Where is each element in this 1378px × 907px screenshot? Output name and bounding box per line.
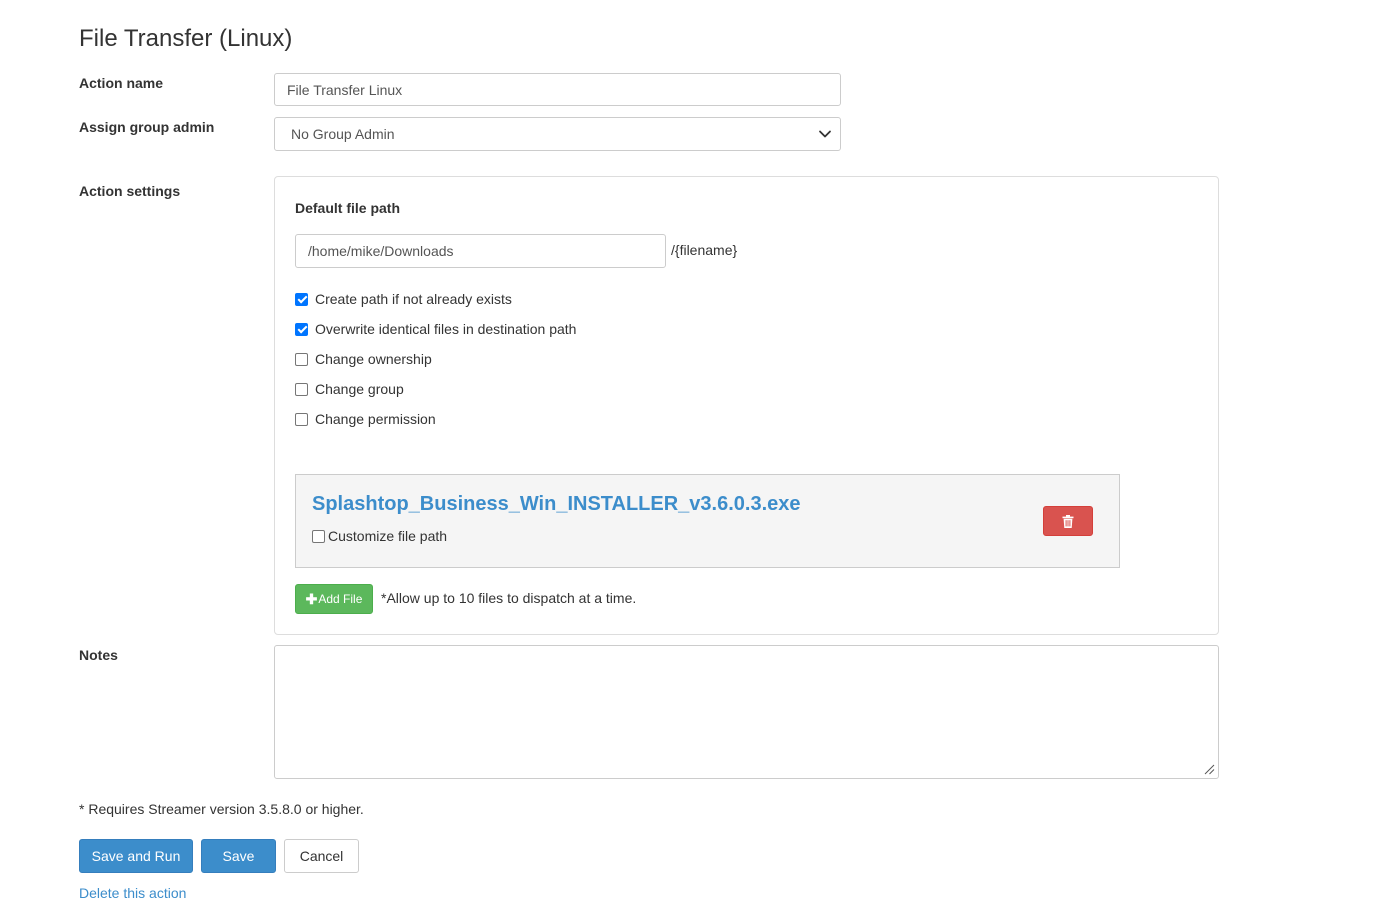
overwrite-files-label: Overwrite identical files in destination… — [315, 321, 577, 337]
option-create-path[interactable]: Create path if not already exists — [295, 289, 512, 309]
group-admin-label: Assign group admin — [79, 119, 215, 135]
change-ownership-checkbox[interactable] — [295, 352, 308, 366]
cancel-button[interactable]: Cancel — [284, 839, 359, 873]
group-admin-select[interactable]: No Group Admin — [274, 117, 841, 151]
default-file-path-input[interactable] — [295, 234, 666, 268]
chevron-down-icon — [819, 130, 831, 138]
customize-file-path-label: Customize file path — [328, 528, 448, 544]
notes-label: Notes — [79, 647, 118, 663]
change-permission-label: Change permission — [315, 411, 436, 427]
option-change-ownership[interactable]: Change ownership — [295, 349, 432, 369]
filename-suffix: /{filename} — [671, 242, 738, 258]
allow-files-note: *Allow up to 10 files to dispatch at a t… — [381, 590, 637, 606]
file-item — [295, 474, 1120, 568]
save-and-run-button[interactable]: Save and Run — [79, 839, 193, 873]
option-overwrite-files[interactable]: Overwrite identical files in destination… — [295, 319, 576, 339]
change-permission-checkbox[interactable] — [295, 412, 308, 426]
option-change-group[interactable]: Change group — [295, 379, 404, 399]
default-file-path-label: Default file path — [295, 200, 401, 216]
change-group-checkbox[interactable] — [295, 382, 308, 396]
delete-action-link[interactable]: Delete this action — [79, 885, 186, 901]
action-name-input[interactable] — [274, 73, 841, 106]
action-settings-label: Action settings — [79, 183, 181, 199]
plus-icon: ✚ — [305, 590, 318, 607]
create-path-label: Create path if not already exists — [315, 291, 512, 307]
trash-icon — [1062, 514, 1074, 528]
customize-file-path-checkbox[interactable] — [312, 529, 325, 543]
add-file-button[interactable]: ✚ Add File — [295, 584, 373, 614]
delete-file-button[interactable] — [1043, 506, 1093, 536]
change-ownership-label: Change ownership — [315, 351, 432, 367]
add-file-label: Add File — [318, 592, 363, 606]
notes-textarea[interactable] — [274, 645, 1219, 779]
requirement-note: * Requires Streamer version 3.5.8.0 or h… — [79, 801, 364, 817]
save-button[interactable]: Save — [201, 839, 276, 873]
file-name: Splashtop_Business_Win_INSTALLER_v3.6.0.… — [312, 493, 801, 515]
create-path-checkbox[interactable] — [295, 292, 308, 306]
resize-grip-icon[interactable] — [1203, 763, 1215, 775]
change-group-label: Change group — [315, 381, 404, 397]
overwrite-files-checkbox[interactable] — [295, 322, 308, 336]
customize-file-path-option[interactable]: Customize file path — [312, 526, 447, 546]
option-change-permission[interactable]: Change permission — [295, 409, 436, 429]
action-name-label: Action name — [79, 75, 164, 91]
page-title: File Transfer (Linux) — [79, 25, 293, 52]
group-admin-selected-value: No Group Admin — [291, 126, 395, 142]
